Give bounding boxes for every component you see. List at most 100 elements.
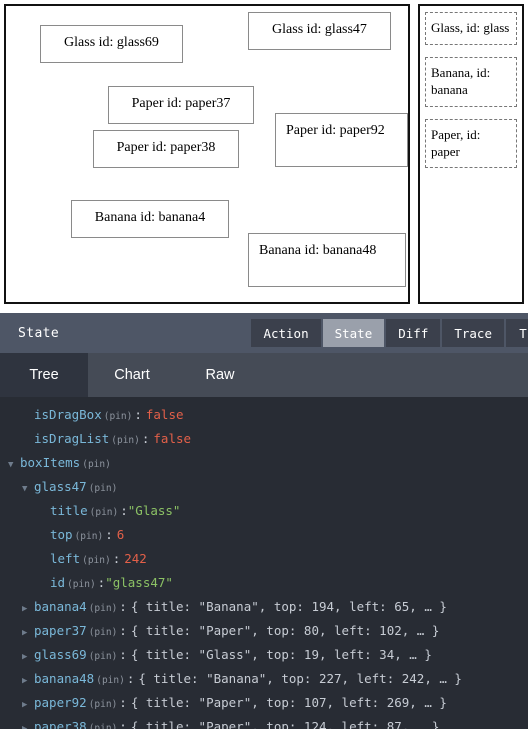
- tree-value-preview: { title: "Paper", top: 124, left: 87, … …: [130, 719, 440, 729]
- tree-value: false: [145, 407, 184, 422]
- tree-key: title: [50, 503, 88, 518]
- drag-box-glass47[interactable]: Glass id: glass47: [248, 12, 391, 50]
- drag-box-banana4[interactable]: Banana id: banana4: [71, 200, 229, 238]
- tree-value: 6: [116, 527, 125, 542]
- pin-toggle: (pin): [67, 579, 96, 590]
- tree-colon: :: [97, 575, 106, 590]
- tree-row-boxItems[interactable]: ▼ boxItems (pin): [0, 455, 528, 479]
- tree-value-preview: { title: "Banana", top: 194, left: 65, ……: [130, 599, 447, 614]
- tree-colon: :: [119, 719, 127, 729]
- tree-value: 242: [124, 551, 147, 566]
- tree-key: isDragList: [34, 431, 110, 446]
- pin-toggle: (pin): [88, 723, 118, 729]
- drag-and-drop-app: Glass id: glass69 Glass id: glass47 Paper …: [0, 0, 528, 310]
- tree-key: banana4: [34, 599, 87, 614]
- pin-toggle: (pin): [103, 411, 133, 422]
- tree-row-paper92[interactable]: ▶ paper92 (pin):{ title: "Paper", top: 107…: [0, 695, 528, 719]
- tree-colon: :: [112, 551, 121, 566]
- subtab-filler: [264, 353, 528, 397]
- pin-toggle: (pin): [88, 699, 118, 710]
- tree-row-banana4[interactable]: ▶ banana4 (pin):{ title: "Banana", top: 19…: [0, 599, 528, 623]
- tree-value-preview: { title: "Paper", top: 107, left: 269, ……: [130, 695, 447, 710]
- tree-colon: :: [119, 599, 127, 614]
- tree-key: glass47: [34, 479, 87, 494]
- drag-box-paper38[interactable]: Paper id: paper38: [93, 130, 239, 168]
- pin-toggle: (pin): [82, 555, 111, 566]
- drag-box-paper37[interactable]: Paper id: paper37: [108, 86, 254, 124]
- tree-row-left[interactable]: ▶left(pin):242: [0, 551, 528, 575]
- pin-toggle: (pin): [89, 507, 119, 518]
- tree-value: "glass47": [105, 575, 173, 590]
- tree-key: glass69: [34, 647, 87, 662]
- tree-colon: :: [134, 407, 142, 422]
- chevron-down-icon[interactable]: ▼: [8, 461, 20, 470]
- pin-toggle: (pin): [82, 459, 111, 470]
- tree-row-banana48[interactable]: ▶ banana48 (pin):{ title: "Banana", top: 2…: [0, 671, 528, 695]
- monitor-tab-trace[interactable]: Trace: [442, 319, 506, 347]
- monitor-tab-t[interactable]: T: [506, 319, 528, 347]
- tree-row-top[interactable]: ▶top(pin):6: [0, 527, 528, 551]
- tree-row-glass69[interactable]: ▶ glass69 (pin):{ title: "Glass", top: 19,…: [0, 647, 528, 671]
- tree-row-paper37[interactable]: ▶ paper37 (pin):{ title: "Paper", top: 80,…: [0, 623, 528, 647]
- tree-row-isDragBox[interactable]: ▶isDragBox(pin):false: [0, 407, 528, 431]
- tree-key: id: [50, 575, 66, 590]
- subtab-tree[interactable]: Tree: [0, 353, 88, 397]
- pin-toggle: (pin): [88, 603, 118, 614]
- devtools-subtab-bar: Tree Chart Raw: [0, 353, 528, 397]
- tree-colon: :: [119, 695, 127, 710]
- monitor-tab-action[interactable]: Action: [251, 319, 323, 347]
- list-item-glass[interactable]: Glass, id: glass: [425, 12, 517, 45]
- list-item-paper[interactable]: Paper, id: paper: [425, 118, 517, 169]
- chevron-right-icon[interactable]: ▶: [22, 653, 34, 662]
- chevron-right-icon[interactable]: ▶: [22, 725, 34, 729]
- tree-colon: :: [120, 503, 128, 518]
- monitor-tab-diff[interactable]: Diff: [386, 319, 443, 347]
- devtools-title: State: [18, 325, 60, 341]
- source-list-panel[interactable]: Glass, id: glass Banana, id: banana Paper,…: [418, 4, 524, 304]
- chevron-right-icon[interactable]: ▶: [22, 629, 34, 638]
- monitor-tab-group: Action State Diff Trace T: [251, 319, 528, 347]
- subtab-chart[interactable]: Chart: [88, 353, 176, 397]
- chevron-down-icon[interactable]: ▼: [22, 485, 34, 494]
- subtab-raw[interactable]: Raw: [176, 353, 264, 397]
- monitor-tab-state[interactable]: State: [322, 319, 387, 347]
- pin-toggle: (pin): [74, 531, 104, 542]
- pin-toggle: (pin): [111, 435, 140, 446]
- pin-toggle: (pin): [88, 483, 118, 494]
- chevron-placeholder-icon: ▶: [22, 437, 34, 446]
- tree-key: paper37: [34, 623, 87, 638]
- chevron-placeholder-icon: ▶: [38, 557, 50, 566]
- devtools-topbar: State Action State Diff Trace T: [0, 310, 528, 353]
- drag-canvas[interactable]: Glass id: glass69 Glass id: glass47 Paper …: [4, 4, 410, 304]
- tree-row-paper38[interactable]: ▶ paper38 (pin):{ title: "Paper", top: 124…: [0, 719, 528, 729]
- chevron-placeholder-icon: ▶: [38, 509, 50, 518]
- tree-key: left: [50, 551, 81, 566]
- chevron-placeholder-icon: ▶: [22, 413, 34, 422]
- state-tree-view[interactable]: ▶isDragBox(pin):false▶isDragList(pin):fa…: [0, 397, 528, 729]
- redux-devtools-panel: State Action State Diff Trace T Tree Chart Raw…: [0, 310, 528, 729]
- tree-row-isDragList[interactable]: ▶isDragList(pin):false: [0, 431, 528, 455]
- tree-key: boxItems: [20, 455, 81, 470]
- drag-box-banana48[interactable]: Banana id: banana48: [248, 233, 406, 287]
- tree-value-preview: { title: "Glass", top: 19, left: 34, … }: [130, 647, 432, 662]
- drag-box-glass69[interactable]: Glass id: glass69: [40, 25, 183, 63]
- tree-row-id[interactable]: ▶id(pin):"glass47": [0, 575, 528, 599]
- pin-toggle: (pin): [88, 627, 118, 638]
- tree-row-title[interactable]: ▶title(pin):"Glass": [0, 503, 528, 527]
- chevron-right-icon[interactable]: ▶: [22, 605, 34, 614]
- tree-value-preview: { title: "Paper", top: 80, left: 102, … …: [130, 623, 440, 638]
- list-item-banana[interactable]: Banana, id: banana: [425, 56, 517, 107]
- drag-box-paper92[interactable]: Paper id: paper92: [275, 113, 408, 167]
- tree-row-glass47[interactable]: ▼ glass47 (pin): [0, 479, 528, 503]
- tree-colon: :: [119, 623, 127, 638]
- chevron-right-icon[interactable]: ▶: [22, 677, 34, 686]
- pin-toggle: (pin): [88, 651, 118, 662]
- tree-colon: :: [126, 671, 135, 686]
- chevron-placeholder-icon: ▶: [38, 533, 50, 542]
- chevron-right-icon[interactable]: ▶: [22, 701, 34, 710]
- tree-colon: :: [119, 647, 127, 662]
- tree-value: "Glass": [127, 503, 181, 518]
- tree-colon: :: [105, 527, 113, 542]
- tree-key: paper92: [34, 695, 87, 710]
- tree-key: isDragBox: [34, 407, 102, 422]
